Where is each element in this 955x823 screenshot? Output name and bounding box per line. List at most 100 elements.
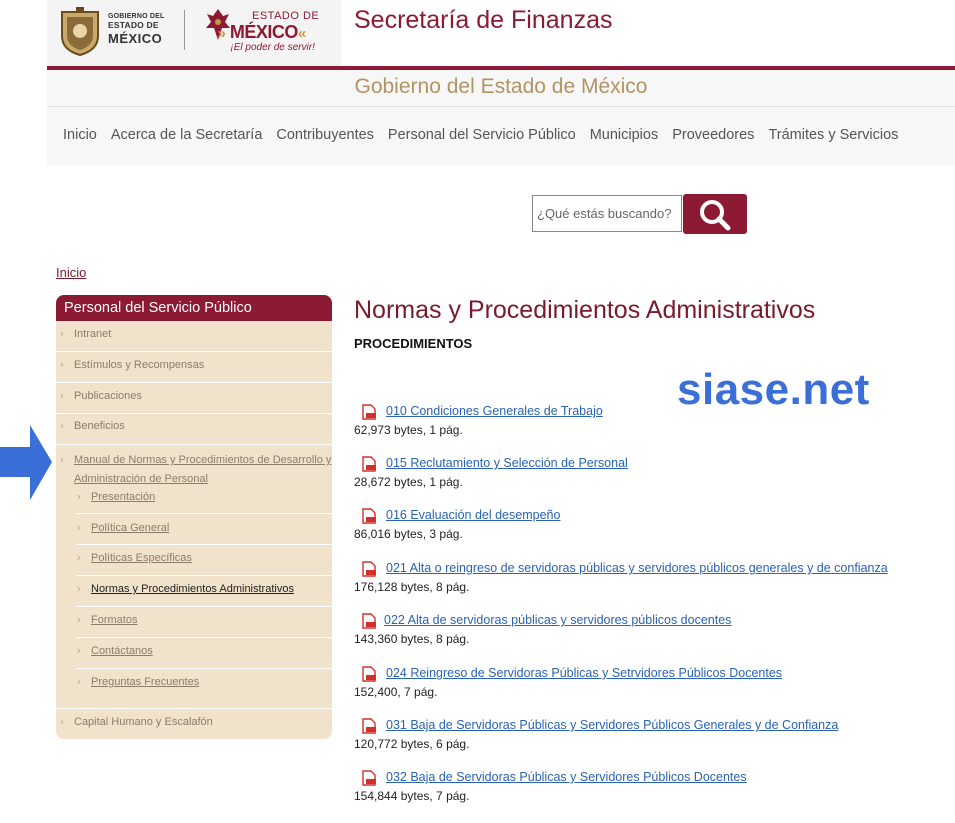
nav-item-personal[interactable]: Personal del Servicio Público xyxy=(388,127,576,143)
sidebar-item-publicaciones[interactable]: › Publicaciones xyxy=(60,390,142,402)
sidebar-title[interactable]: Personal del Servicio Público xyxy=(56,295,332,321)
sidebar-subitem-contactanos[interactable]: › Contáctanos xyxy=(77,645,153,657)
document-link[interactable]: 010 Condiciones Generales de Trabajo xyxy=(386,404,603,418)
sidebar-item-intranet[interactable]: › Intranet xyxy=(60,328,112,340)
nav-item-municipios[interactable]: Municipios xyxy=(590,127,659,143)
sidebar-divider xyxy=(56,413,332,414)
search-button[interactable] xyxy=(683,194,747,234)
search-input[interactable] xyxy=(532,195,682,232)
main-nav: Inicio Acerca de la Secretaría Contribuy… xyxy=(47,107,955,165)
chevron-right-icon: › xyxy=(77,491,81,503)
sidebar: Personal del Servicio Público › Intranet … xyxy=(56,295,332,739)
sidebar-item-label: Publicaciones xyxy=(74,390,142,402)
document-link[interactable]: 016 Evaluación del desempeño xyxy=(386,508,560,522)
nav-item-acerca[interactable]: Acerca de la Secretaría xyxy=(111,127,263,143)
document-link[interactable]: 022 Alta de servidoras públicas y servid… xyxy=(384,613,731,627)
document-meta: 62,973 bytes, 1 pág. xyxy=(354,423,463,437)
sidebar-subitem-presentacion[interactable]: › Presentación xyxy=(77,491,155,503)
pdf-icon[interactable] xyxy=(361,770,377,786)
sidebar-subitem-formatos[interactable]: › Formatos xyxy=(77,614,137,626)
document-meta: 154,844 bytes, 7 pág. xyxy=(354,789,470,803)
gobierno-line3: MÉXICO xyxy=(108,30,163,46)
gobierno-line2: ESTADO DE xyxy=(108,20,159,30)
chevron-right-icon: › xyxy=(77,645,81,657)
chevron-right-icon: › xyxy=(77,583,81,595)
document-meta: 176,128 bytes, 8 pág. xyxy=(354,580,470,594)
estado-top-line: ESTADO DE xyxy=(252,10,320,22)
sidebar-item-beneficios[interactable]: › Beneficios xyxy=(60,420,125,432)
chevron-right-icon: › xyxy=(60,328,64,340)
sidebar-divider xyxy=(76,544,332,545)
chevron-right-icon: › xyxy=(60,454,64,466)
pdf-icon[interactable] xyxy=(361,404,377,420)
sidebar-item-label: Capital Humano y Escalafón xyxy=(74,716,213,728)
sidebar-subitem-label: Preguntas Frecuentes xyxy=(91,676,200,688)
nav-item-proveedores[interactable]: Proveedores xyxy=(672,127,754,143)
chevron-right-icon: › xyxy=(60,420,64,432)
nav-item-contribuyentes[interactable]: Contribuyentes xyxy=(276,127,374,143)
document-meta: 28,672 bytes, 1 pág. xyxy=(354,475,463,489)
chevron-right-icon: › xyxy=(60,716,64,728)
sidebar-subitem-preguntas[interactable]: › Preguntas Frecuentes xyxy=(77,676,200,688)
document-meta: 143,360 bytes, 8 pág. xyxy=(354,632,470,646)
state-coat-of-arms-icon[interactable] xyxy=(58,6,102,56)
sidebar-subitem-label: Política General xyxy=(91,522,170,534)
estado-mexico-wordmark: ESTADO DE » MÉXICO« ¡El poder de servir! xyxy=(204,11,319,53)
chevron-left-icon: « xyxy=(297,25,306,42)
sidebar-divider xyxy=(76,606,332,607)
chevron-right-icon: › xyxy=(77,522,81,534)
sidebar-subitem-label: Normas y Procedimientos Administrativos xyxy=(91,583,294,595)
page-title: Normas y Procedimientos Administrativos xyxy=(354,296,816,324)
estado-slogan: ¡El poder de servir! xyxy=(230,42,315,53)
sidebar-item-label: Estímulos y Recompensas xyxy=(74,359,205,371)
arrow-right-icon xyxy=(0,425,52,500)
pdf-icon[interactable] xyxy=(361,508,377,524)
document-link[interactable]: 024 Reingreso de Servidoras Públicas y S… xyxy=(386,666,782,680)
nav-item-tramites[interactable]: Trámites y Servicios xyxy=(768,127,898,143)
sidebar-item-label: Intranet xyxy=(74,328,112,340)
estado-big-text: MÉXICO xyxy=(229,22,299,42)
sidebar-subitem-politica-general[interactable]: › Política General xyxy=(77,522,170,534)
sidebar-item-capital-humano[interactable]: › Capital Humano y Escalafón xyxy=(60,716,213,728)
sidebar-subitem-label: Políticas Específicas xyxy=(91,552,192,564)
sidebar-subitem-label: Contáctanos xyxy=(91,645,153,657)
sidebar-item-label-line1: Manual de Normas y Procedimientos de Des… xyxy=(74,454,332,466)
pdf-icon[interactable] xyxy=(361,613,377,629)
sidebar-divider xyxy=(76,575,332,576)
sidebar-item-estimulos[interactable]: › Estímulos y Recompensas xyxy=(60,359,205,371)
breadcrumb-home[interactable]: Inicio xyxy=(56,265,86,280)
sidebar-divider xyxy=(56,351,332,352)
gobierno-wordmark: GOBIERNO DEL ESTADO DE MÉXICO xyxy=(108,13,164,45)
sidebar-item-manual[interactable]: › Manual de Normas y Procedimientos de D… xyxy=(60,451,332,489)
subtitle: Gobierno del Estado de México xyxy=(354,75,648,98)
subtitle-bar: Gobierno del Estado de México xyxy=(47,70,955,107)
pdf-icon[interactable] xyxy=(361,666,377,682)
section-heading: PROCEDIMIENTOS xyxy=(354,336,473,351)
pdf-icon[interactable] xyxy=(361,456,377,472)
document-meta: 86,016 bytes, 3 pág. xyxy=(354,527,463,541)
document-link[interactable]: 032 Baja de Servidoras Públicas y Servid… xyxy=(386,770,747,784)
document-meta: 120,772 bytes, 6 pág. xyxy=(354,737,470,751)
chevron-right-icon: › xyxy=(77,552,81,564)
pdf-icon[interactable] xyxy=(361,718,377,734)
pdf-icon[interactable] xyxy=(361,561,377,577)
chevron-right-icon: › xyxy=(77,676,81,688)
sidebar-subitem-normas-active[interactable]: › Normas y Procedimientos Administrativos xyxy=(77,583,294,595)
chevron-right-icon: › xyxy=(60,359,64,371)
sidebar-item-label: Beneficios xyxy=(74,420,125,432)
gobierno-line1: GOBIERNO DEL xyxy=(108,13,165,20)
document-link[interactable]: 015 Reclutamiento y Selección de Persona… xyxy=(386,456,628,470)
estado-big-line: » MÉXICO« xyxy=(204,23,319,41)
sidebar-divider xyxy=(76,637,332,638)
chevron-right-icon: › xyxy=(60,390,64,402)
chevron-right-icon: » xyxy=(217,25,226,42)
watermark: siase.net xyxy=(677,365,870,414)
nav-item-inicio[interactable]: Inicio xyxy=(63,127,97,143)
sidebar-divider xyxy=(56,444,332,445)
sidebar-subitem-politicas-especificas[interactable]: › Políticas Específicas xyxy=(77,552,192,564)
sidebar-divider xyxy=(56,708,332,709)
sidebar-item-label-line2: Administración de Personal xyxy=(74,473,208,485)
document-link[interactable]: 021 Alta o reingreso de servidoras públi… xyxy=(386,561,888,575)
document-link[interactable]: 031 Baja de Servidoras Públicas y Servid… xyxy=(386,718,838,732)
site-title[interactable]: Secretaría de Finanzas xyxy=(354,6,612,35)
